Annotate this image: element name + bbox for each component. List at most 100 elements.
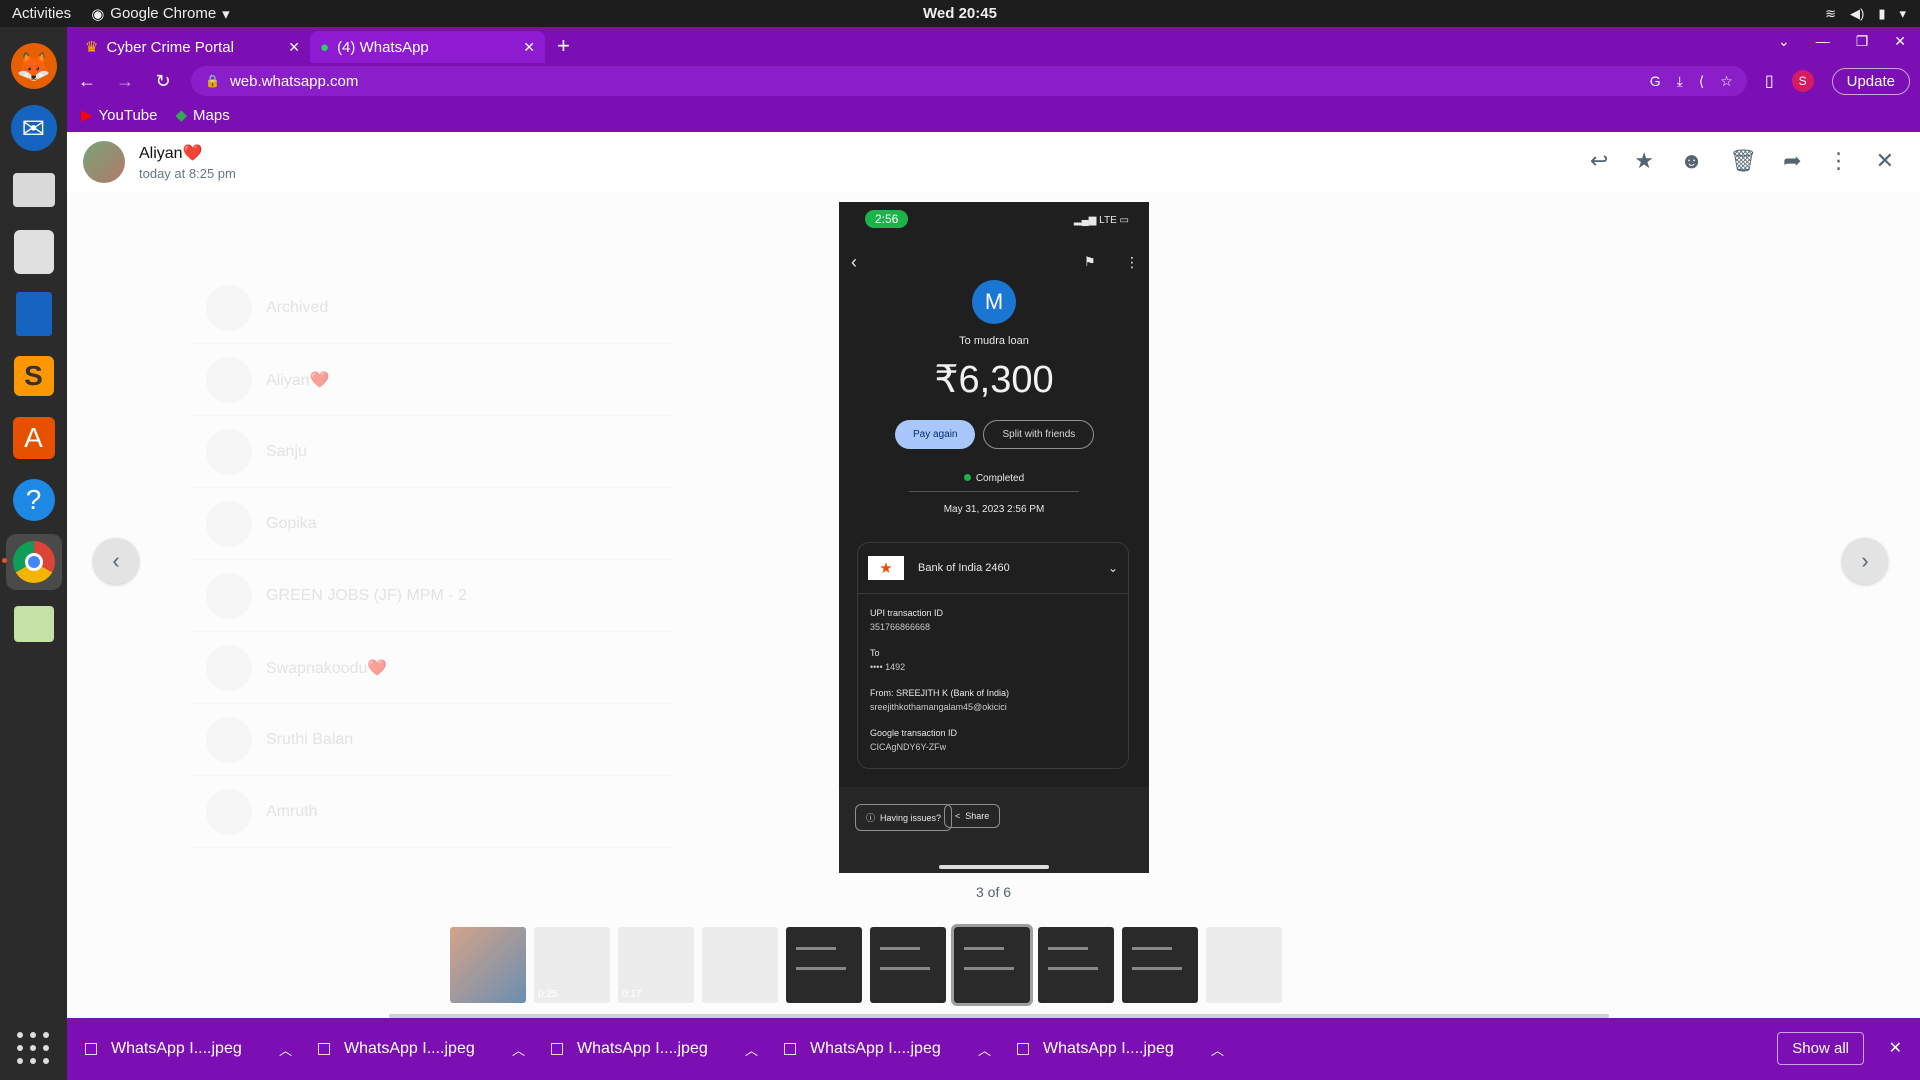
bookmark-maps[interactable]: ◆ Maps xyxy=(176,106,230,125)
download-item[interactable]: WhatsApp I....jpeg ︿ xyxy=(784,1040,1017,1059)
download-item[interactable]: WhatsApp I....jpeg ︿ xyxy=(318,1040,551,1059)
minimize-icon[interactable]: — xyxy=(1816,33,1830,50)
close-icon[interactable]: ✕ xyxy=(288,39,300,56)
thumbnail[interactable] xyxy=(1038,927,1114,1003)
payment-date: May 31, 2023 2:56 PM xyxy=(943,504,1045,515)
share-icon[interactable]: ⟨ xyxy=(1699,73,1704,90)
chevron-up-icon[interactable]: ︿ xyxy=(279,1040,292,1059)
star-icon[interactable]: ☆ xyxy=(1720,73,1733,90)
files-icon[interactable] xyxy=(6,162,62,218)
close-icon[interactable]: ✕ xyxy=(1876,148,1894,174)
avatar[interactable] xyxy=(83,141,125,183)
image-viewer-icon[interactable] xyxy=(6,596,62,652)
payee-name: To mudra loan xyxy=(959,335,1029,347)
home-indicator xyxy=(939,865,1049,869)
sublime-icon[interactable]: S xyxy=(6,348,62,404)
payee-avatar: M xyxy=(972,280,1016,324)
download-item[interactable]: WhatsApp I....jpeg ︿ xyxy=(551,1040,784,1059)
phone-status-bar: 2:56 ▂▄▆ LTE ▭ xyxy=(839,202,1149,232)
more-icon: ⋮ xyxy=(1125,254,1139,270)
writer-icon[interactable] xyxy=(6,286,62,342)
show-apps-icon[interactable] xyxy=(17,1032,51,1066)
install-icon[interactable]: ⤓ xyxy=(1677,73,1683,90)
tab-search-icon[interactable]: ⌄ xyxy=(1778,33,1790,50)
download-name: WhatsApp I....jpeg xyxy=(810,1040,941,1057)
close-icon[interactable]: ✕ xyxy=(1894,33,1906,50)
download-item[interactable]: WhatsApp I....jpeg ︿ xyxy=(1017,1040,1250,1059)
reload-icon[interactable]: ↻ xyxy=(153,71,173,92)
amount: ₹6,300 xyxy=(934,359,1054,401)
back-icon: ‹ xyxy=(851,252,857,272)
field-label: To xyxy=(870,648,880,658)
tab-strip: ♛ Cyber Crime Portal ✕ ● (4) WhatsApp ✕ … xyxy=(67,27,1920,63)
thumbnail[interactable] xyxy=(702,927,778,1003)
close-icon[interactable]: ✕ xyxy=(1889,1038,1902,1058)
url-text: web.whatsapp.com xyxy=(229,72,359,90)
thumbnail[interactable] xyxy=(1122,927,1198,1003)
tab-whatsapp[interactable]: ● (4) WhatsApp ✕ xyxy=(310,31,545,63)
media-counter: 3 of 6 xyxy=(975,884,1012,900)
download-name: WhatsApp I....jpeg xyxy=(577,1040,708,1057)
image-file-icon xyxy=(85,1043,97,1055)
chevron-up-icon[interactable]: ︿ xyxy=(1211,1040,1224,1059)
tab-cyber-crime-portal[interactable]: ♛ Cyber Crime Portal ✕ xyxy=(75,31,310,63)
address-bar[interactable]: 🔒 web.whatsapp.com G ⤓ ⟨ ☆ xyxy=(191,66,1747,96)
battery-icon: ▮ xyxy=(1878,5,1886,21)
video-duration: 0:25 xyxy=(538,989,558,1000)
profile-avatar[interactable]: S xyxy=(1791,70,1814,92)
new-tab-button[interactable]: + xyxy=(557,33,570,59)
chevron-up-icon[interactable]: ︿ xyxy=(978,1040,991,1059)
rhythmbox-icon[interactable] xyxy=(6,224,62,280)
app-menu[interactable]: ◉ Google Chrome ▾ xyxy=(91,5,230,23)
thumbnail[interactable] xyxy=(450,927,526,1003)
thumbnail[interactable] xyxy=(1206,927,1282,1003)
pay-again-button: Pay again xyxy=(895,420,976,449)
forward-icon[interactable]: → xyxy=(115,71,135,92)
bookmark-youtube[interactable]: ▶ YouTube xyxy=(81,106,158,125)
toolbar: ← → ↻ 🔒 web.whatsapp.com G ⤓ ⟨ ☆ ▯ S Upd… xyxy=(67,63,1920,99)
close-icon[interactable]: ✕ xyxy=(523,39,535,56)
video-duration: 0:17 xyxy=(622,989,642,1000)
clock[interactable]: Wed 20:45 xyxy=(923,5,997,22)
delete-icon[interactable]: 🗑 xyxy=(1729,148,1757,174)
back-icon[interactable]: ← xyxy=(77,71,97,92)
download-item[interactable]: WhatsApp I....jpeg ︿ xyxy=(85,1040,318,1059)
thumbnail[interactable]: 0:17 xyxy=(618,927,694,1003)
activities-button[interactable]: Activities xyxy=(0,5,83,22)
thumbnail[interactable]: 0:25 xyxy=(534,927,610,1003)
google-lens-icon[interactable]: G xyxy=(1650,73,1661,90)
network-type: LTE xyxy=(1099,215,1117,226)
chevron-up-icon[interactable]: ︿ xyxy=(512,1040,525,1059)
sender-info: Aliyan❤️ today at 8:25 pm xyxy=(139,143,236,181)
update-button[interactable]: Update xyxy=(1831,67,1910,95)
chat-name: Aliyan❤️ xyxy=(266,371,330,389)
youtube-icon: ▶ xyxy=(81,107,93,124)
emoji-icon[interactable]: ☻ xyxy=(1680,148,1703,174)
more-icon[interactable]: ⋮ xyxy=(1828,148,1850,174)
reply-icon[interactable]: ↩ xyxy=(1590,148,1608,174)
thumbnail[interactable] xyxy=(786,927,862,1003)
previous-media-button[interactable]: ‹ xyxy=(93,538,139,584)
media-viewer: Archived Aliyan❤️ Sanju Gopika GREEN JOB… xyxy=(67,132,1920,1018)
to-field: To •••• 1492 xyxy=(858,646,1128,674)
thunderbird-icon[interactable]: ✉ xyxy=(10,105,57,151)
side-panel-icon[interactable]: ▯ xyxy=(1765,71,1774,91)
image-file-icon xyxy=(784,1043,796,1055)
thumbnail[interactable] xyxy=(870,927,946,1003)
lock-icon: 🔒 xyxy=(205,74,220,88)
maximize-icon[interactable]: ❐ xyxy=(1856,33,1869,50)
next-media-button[interactable]: › xyxy=(1842,538,1888,584)
system-tray[interactable]: ≋ ◀) ▮ ▾ xyxy=(1825,6,1906,22)
show-all-button[interactable]: Show all xyxy=(1777,1032,1864,1065)
chevron-left-icon: ‹ xyxy=(112,548,120,573)
star-icon[interactable]: ★ xyxy=(1634,148,1654,174)
software-center-icon[interactable]: A xyxy=(6,410,62,466)
forward-icon[interactable]: ➦ xyxy=(1783,148,1801,174)
firefox-icon[interactable]: 🦊 xyxy=(10,43,57,89)
split-button: Split with friends xyxy=(983,420,1095,449)
thumbnail-selected[interactable] xyxy=(951,924,1033,1006)
chrome-dock-icon[interactable] xyxy=(1,534,62,590)
bookmark-label: Maps xyxy=(193,106,230,124)
chevron-up-icon[interactable]: ︿ xyxy=(745,1040,758,1059)
help-icon[interactable]: ? xyxy=(6,472,62,528)
